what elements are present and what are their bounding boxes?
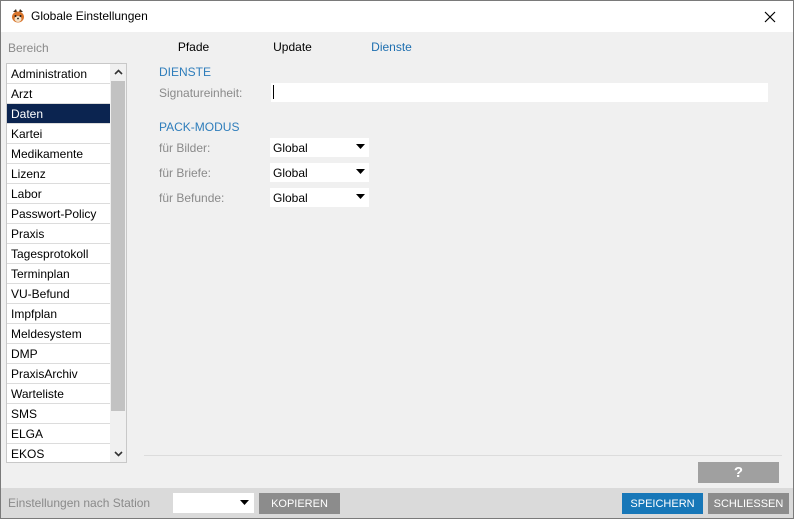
chevron-up-icon <box>113 69 123 75</box>
close-icon <box>764 11 776 22</box>
sidebar-item-daten[interactable]: Daten <box>7 104 111 124</box>
signatureinheit-input[interactable] <box>271 83 768 102</box>
schliessen-button[interactable]: SCHLIESSEN <box>708 493 789 514</box>
chevron-down-icon <box>113 451 123 457</box>
help-button[interactable]: ? <box>698 462 779 483</box>
category-scrollbar[interactable] <box>110 64 126 462</box>
sidebar-item-praxis[interactable]: Praxis <box>7 224 111 244</box>
dienste-section-title: DIENSTE <box>159 65 212 79</box>
sidebar-item-administration[interactable]: Administration <box>7 64 111 84</box>
sidebar-item-ekos[interactable]: EKOS <box>7 444 111 462</box>
sidebar-item-elga[interactable]: ELGA <box>7 424 111 444</box>
sidebar-item-impfplan[interactable]: Impfplan <box>7 304 111 324</box>
settings-panel <box>144 56 782 456</box>
sidebar-item-vu-befund[interactable]: VU-Befund <box>7 284 111 304</box>
category-items: Administration Arzt Daten Kartei Medikamente… <box>7 64 111 462</box>
text-caret <box>273 85 274 99</box>
sidebar-item-meldesystem[interactable]: Meldesystem <box>7 324 111 344</box>
dropdown-arrow-icon <box>356 144 365 149</box>
befunde-select[interactable]: Global <box>270 188 369 207</box>
bottom-bar: Einstellungen nach Station KOPIEREN SPEI… <box>1 488 793 518</box>
sidebar-item-lizenz[interactable]: Lizenz <box>7 164 111 184</box>
bilder-label: für Bilder: <box>159 141 211 155</box>
app-logo-icon <box>10 8 26 24</box>
station-label: Einstellungen nach Station <box>8 496 151 510</box>
sidebar-heading: Bereich <box>8 41 49 55</box>
window-title: Globale Einstellungen <box>31 9 148 23</box>
sidebar-item-arzt[interactable]: Arzt <box>7 84 111 104</box>
sidebar-item-warteliste[interactable]: Warteliste <box>7 384 111 404</box>
speichern-button[interactable]: SPEICHERN <box>622 493 703 514</box>
sidebar-item-praxisarchiv[interactable]: PraxisArchiv <box>7 364 111 384</box>
settings-window: Globale Einstellungen Bereich Administra… <box>0 0 794 519</box>
title-bar: Globale Einstellungen <box>1 1 793 32</box>
dropdown-arrow-icon <box>356 169 365 174</box>
briefe-select[interactable]: Global <box>270 163 369 182</box>
sidebar-item-kartei[interactable]: Kartei <box>7 124 111 144</box>
dropdown-arrow-icon <box>240 500 249 505</box>
sidebar-item-tagesprotokoll[interactable]: Tagesprotokoll <box>7 244 111 264</box>
sidebar-item-medikamente[interactable]: Medikamente <box>7 144 111 164</box>
pack-modus-section-title: PACK-MODUS <box>159 120 240 134</box>
sidebar-item-dmp[interactable]: DMP <box>7 344 111 364</box>
signatureinheit-label: Signatureinheit: <box>159 86 243 100</box>
sidebar-item-labor[interactable]: Labor <box>7 184 111 204</box>
scrollbar-thumb[interactable] <box>111 81 125 411</box>
sidebar-item-passwort-policy[interactable]: Passwort-Policy <box>7 204 111 224</box>
dropdown-arrow-icon <box>356 194 365 199</box>
bilder-value: Global <box>273 140 308 155</box>
scroll-up-button[interactable] <box>110 64 126 80</box>
tab-update[interactable]: Update <box>243 38 342 58</box>
scroll-down-button[interactable] <box>110 446 126 462</box>
kopieren-button[interactable]: KOPIEREN <box>259 493 340 514</box>
briefe-label: für Briefe: <box>159 166 212 180</box>
sidebar-item-sms[interactable]: SMS <box>7 404 111 424</box>
tab-pfade[interactable]: Pfade <box>144 38 243 58</box>
bilder-select[interactable]: Global <box>270 138 369 157</box>
tab-dienste[interactable]: Dienste <box>342 38 441 59</box>
station-select[interactable] <box>173 493 254 513</box>
briefe-value: Global <box>273 165 308 180</box>
sidebar-item-terminplan[interactable]: Terminplan <box>7 264 111 284</box>
close-button[interactable] <box>747 1 793 32</box>
befunde-value: Global <box>273 190 308 205</box>
befunde-label: für Befunde: <box>159 191 225 205</box>
category-list: Administration Arzt Daten Kartei Medikamente… <box>6 63 127 463</box>
